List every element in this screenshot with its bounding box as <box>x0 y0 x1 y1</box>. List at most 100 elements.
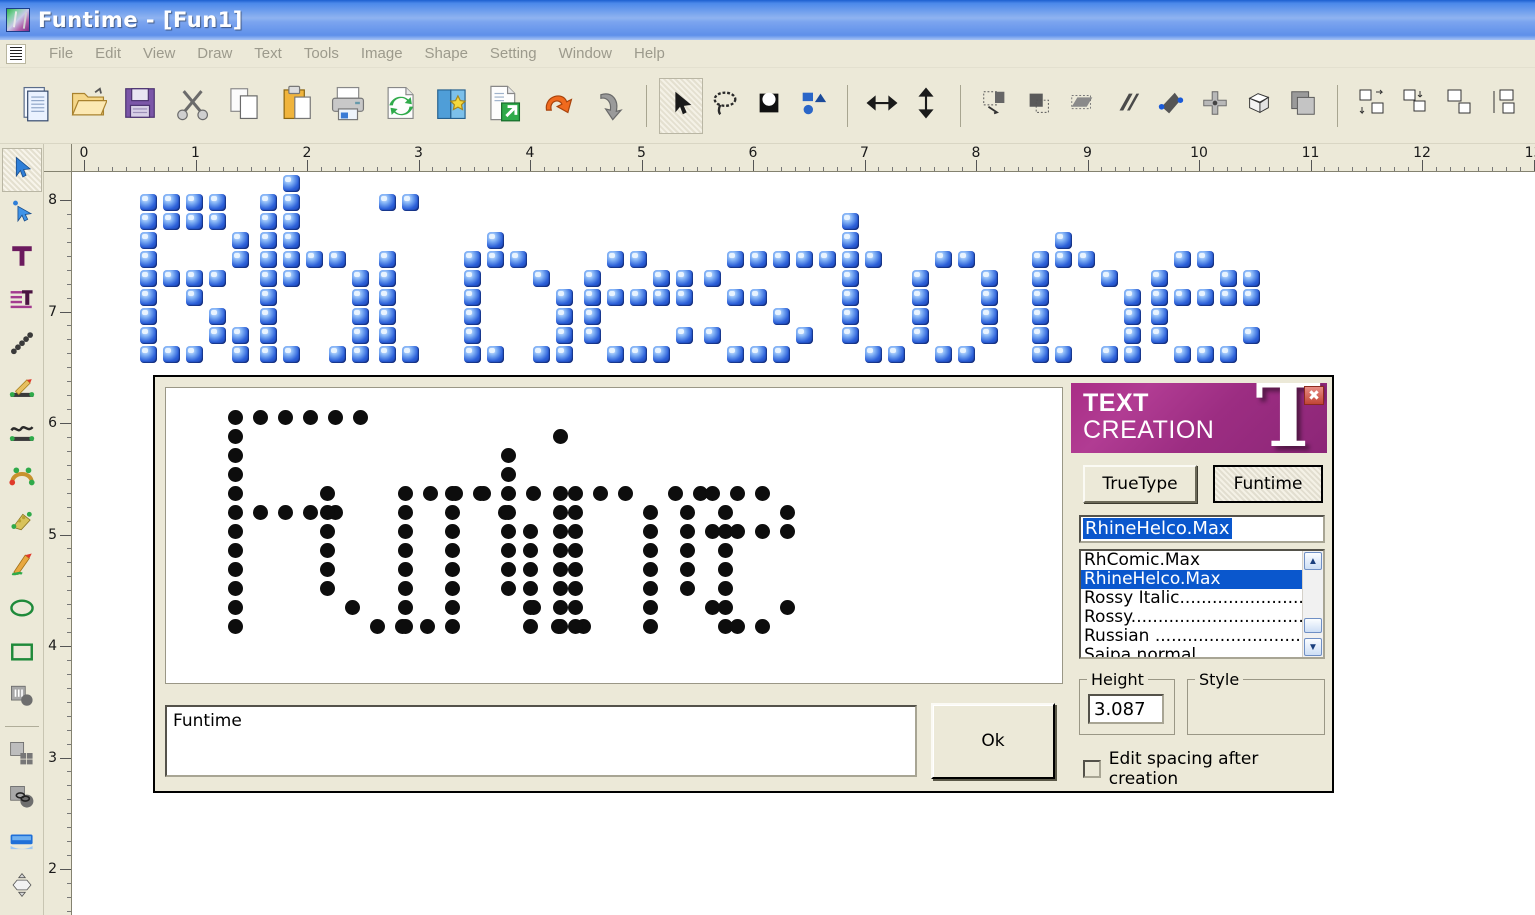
pencil-tool[interactable] <box>2 544 42 588</box>
skew-button[interactable] <box>1061 78 1105 134</box>
distribute-button[interactable] <box>1482 78 1526 134</box>
library-button[interactable] <box>426 78 478 134</box>
font-list-item[interactable]: Rossy...................................… <box>1081 608 1323 627</box>
redo-button[interactable] <box>582 78 634 134</box>
rhinestone-dot <box>749 251 767 268</box>
select-tool-button[interactable] <box>659 77 703 134</box>
pattern-tool[interactable] <box>2 733 42 777</box>
fill-solid-button[interactable] <box>1017 78 1061 134</box>
rhinestone-dot <box>888 346 906 363</box>
new-document-button[interactable] <box>10 78 62 134</box>
copy-button[interactable] <box>218 78 270 134</box>
height-input[interactable]: 3.087 <box>1088 694 1164 724</box>
font-list-item[interactable]: RhineHelco.Max <box>1081 570 1323 589</box>
text-entry-field[interactable]: Funtime <box>165 705 917 777</box>
ok-button[interactable]: Ok <box>931 703 1055 779</box>
pencil-line-tool[interactable] <box>2 368 42 412</box>
scrollbar-thumb[interactable] <box>1304 618 1322 633</box>
export-button[interactable] <box>478 78 530 134</box>
fill-tool[interactable] <box>2 676 42 720</box>
undo-button[interactable] <box>530 78 582 134</box>
cut-button[interactable] <box>166 78 218 134</box>
menu-item-tools[interactable]: Tools <box>293 43 350 64</box>
align-center-button[interactable] <box>1394 78 1438 134</box>
open-file-button[interactable] <box>62 78 114 134</box>
vertical-arrows-icon <box>909 86 943 125</box>
edit-spacing-label: Edit spacing after creation <box>1108 749 1259 789</box>
chevron-down-icon[interactable]: ▼ <box>1304 638 1322 656</box>
ruler-minor-tick <box>850 167 852 171</box>
flip-vertical-button[interactable] <box>904 78 948 134</box>
move-button[interactable] <box>1193 78 1237 134</box>
stone-line-tool[interactable] <box>2 324 42 368</box>
menu-item-file[interactable]: File <box>38 43 84 64</box>
spray-tool[interactable] <box>2 500 42 544</box>
menu-item-edit[interactable]: Edit <box>84 43 132 64</box>
chevron-up-icon[interactable]: ▲ <box>1304 552 1322 570</box>
select-tool[interactable] <box>1 148 42 192</box>
font-list-scrollbar[interactable]: ▲ ▼ <box>1302 551 1323 657</box>
ellipse-tool[interactable] <box>2 588 42 632</box>
window-titlebar[interactable]: Funtime - [Fun1] <box>0 0 1535 40</box>
arc-tool[interactable] <box>2 456 42 500</box>
menu-item-help[interactable]: Help <box>623 43 676 64</box>
menu-item-shape[interactable]: Shape <box>414 43 479 64</box>
tab-truetype[interactable]: TrueType <box>1083 465 1197 503</box>
ruler-corner[interactable] <box>44 144 72 172</box>
wave-line-tool[interactable] <box>2 412 42 456</box>
vertical-ruler[interactable]: 8 7 6 5 4 3 2 <box>44 172 72 915</box>
node-edit-tool[interactable] <box>2 192 42 236</box>
shape-node-tool[interactable] <box>2 865 42 909</box>
gradient-tool[interactable] <box>2 821 42 865</box>
menu-item-setting[interactable]: Setting <box>479 43 548 64</box>
preview-dot <box>643 581 658 596</box>
lasso-select-button[interactable] <box>703 78 747 134</box>
preview-dot <box>501 524 516 539</box>
perspective-button[interactable] <box>1237 78 1281 134</box>
ruler-minor-tick <box>67 492 71 494</box>
menu-item-draw[interactable]: Draw <box>186 43 243 64</box>
flip-horizontal-button[interactable] <box>860 78 904 134</box>
edit-spacing-checkbox-row[interactable]: Edit spacing after creation <box>1083 749 1329 789</box>
font-list-item[interactable]: RhComic.Max <box>1081 551 1323 570</box>
font-list-item[interactable]: Russian ............................... <box>1081 627 1323 646</box>
tab-funtime[interactable]: Funtime <box>1213 465 1323 503</box>
print-button[interactable] <box>322 78 374 134</box>
text-tool[interactable] <box>2 236 42 280</box>
slant-button[interactable] <box>1105 78 1149 134</box>
close-icon[interactable]: ✖ <box>1304 386 1324 405</box>
menu-item-image[interactable]: Image <box>350 43 414 64</box>
font-list-item[interactable]: Saipa normal....................... <box>1081 646 1323 657</box>
invert-select-button[interactable] <box>747 78 791 134</box>
rectangle-tool[interactable] <box>2 632 42 676</box>
horizontal-ruler[interactable]: 012345678910111213 <box>72 144 1535 172</box>
grid-icon[interactable] <box>6 43 26 64</box>
text-preview-pane[interactable] <box>165 387 1063 684</box>
chain-tool[interactable] <box>2 777 42 821</box>
align-left-button[interactable] <box>1350 78 1394 134</box>
preview-dot <box>680 581 695 596</box>
transform-button[interactable] <box>973 78 1017 134</box>
rhinestone-dot <box>282 213 300 230</box>
preview-dot <box>755 619 770 634</box>
text-block-tool[interactable] <box>2 280 42 324</box>
rhinestone-dot <box>259 346 277 363</box>
edit-spacing-checkbox[interactable] <box>1083 760 1101 778</box>
font-list[interactable]: RhComic.Max RhineHelco.Max Rossy Italic...… <box>1079 549 1325 659</box>
font-list-item[interactable]: Rossy Italic........................ <box>1081 589 1323 608</box>
menu-item-window[interactable]: Window <box>548 43 623 64</box>
ruler-minor-tick <box>488 167 490 171</box>
select-shapes-button[interactable] <box>791 78 835 134</box>
menu-item-text[interactable]: Text <box>243 43 293 64</box>
save-button[interactable] <box>114 78 166 134</box>
shade-button[interactable] <box>1149 78 1193 134</box>
font-name-input[interactable]: RhineHelco.Max <box>1079 515 1325 543</box>
refresh-button[interactable] <box>374 78 426 134</box>
rhinestone-dot <box>1054 232 1072 249</box>
menu-item-view[interactable]: View <box>132 43 186 64</box>
ruler-minor-tick <box>376 167 378 171</box>
paste-button[interactable] <box>270 78 322 134</box>
ruler-minor-tick <box>67 841 71 843</box>
align-top-button[interactable] <box>1438 78 1482 134</box>
layer-button[interactable] <box>1281 78 1325 134</box>
